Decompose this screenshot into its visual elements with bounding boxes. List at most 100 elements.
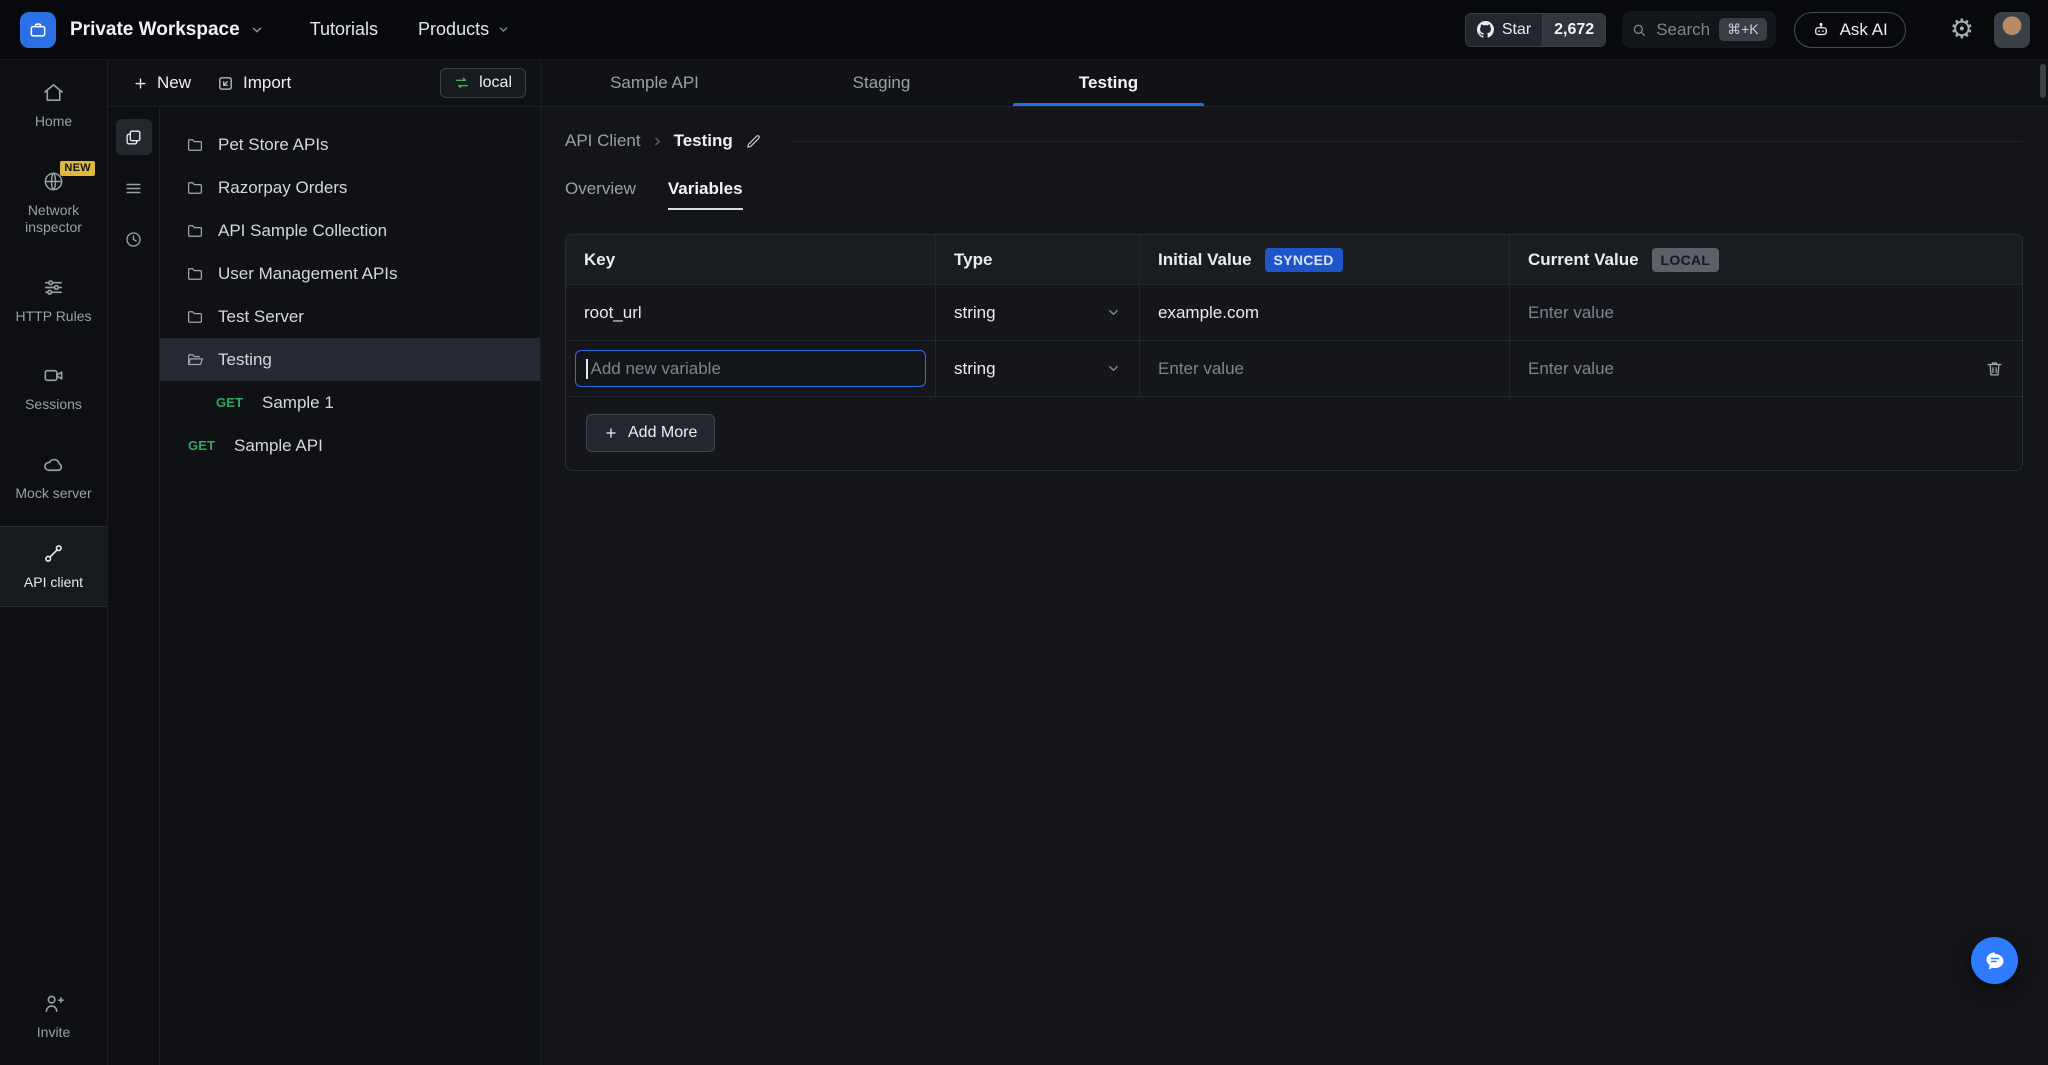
http-method-get: GET [216,395,248,410]
collection-row-testing[interactable]: Testing [160,338,540,381]
user-avatar[interactable] [1994,12,2030,48]
type-dropdown[interactable]: string [936,341,1140,396]
collection-name: API Sample Collection [218,221,387,241]
folder-icon [186,136,204,154]
collections-toolbar: New Import local [108,60,540,107]
current-value-cell[interactable]: Enter value [1510,341,2022,396]
variable-key: root_url [584,303,642,323]
sidebar-item-label: Sessions [25,396,82,414]
table-row: root_url string example.com Enter [566,285,2022,341]
delete-row-trash-icon[interactable] [1985,359,2004,378]
tab-label: Staging [853,73,911,93]
ask-ai-button[interactable]: Ask AI [1794,12,1906,48]
tab-testing[interactable]: Testing [995,60,1222,106]
synced-badge: SYNCED [1265,248,1343,272]
scrollbar-thumb[interactable] [2040,64,2046,98]
breadcrumb-parent[interactable]: API Client [565,131,641,151]
key-cell[interactable]: root_url [566,285,936,340]
search-input[interactable]: Search ⌘+K [1622,11,1775,48]
request-name: Sample 1 [262,393,334,413]
http-method-get: GET [188,438,220,453]
sidebar-item-home[interactable]: Home [0,66,107,145]
collection-name: Test Server [218,307,304,327]
new-variable-placeholder: Add new variable [591,359,721,379]
new-variable-input[interactable]: Add new variable [575,350,926,387]
history-clock-icon [124,230,143,249]
add-more-button[interactable]: Add More [586,414,715,452]
sidebar-item-api-client[interactable]: API client [0,526,107,607]
request-name: Sample API [234,436,323,456]
sidebar-item-label: HTTP Rules [16,308,92,326]
sidebar-item-sessions[interactable]: Sessions [0,349,107,428]
sliders-icon [42,276,65,299]
current-value-placeholder: Enter value [1528,303,1614,323]
table-row-new: Add new variable string Enter value [566,341,2022,397]
initial-value-cell[interactable]: Enter value [1140,341,1510,396]
subtab-variables[interactable]: Variables [668,179,743,210]
collection-row-api-sample[interactable]: API Sample Collection [160,209,540,252]
briefcase-icon [28,20,48,40]
left-sidebar: Home NEW Network inspector HTTP Rules S [0,60,108,1065]
tab-sample-api[interactable]: Sample API [541,60,768,106]
settings-gear-icon[interactable]: ⚙ [1950,16,1974,43]
current-value-cell[interactable]: Enter value [1510,285,2022,340]
robot-icon [1812,21,1830,39]
text-caret [586,359,588,379]
top-nav: Tutorials Products [310,19,510,40]
sidebar-item-http-rules[interactable]: HTTP Rules [0,261,107,340]
github-star-widget[interactable]: Star 2,672 [1465,13,1606,47]
collection-row-user-management[interactable]: User Management APIs [160,252,540,295]
chevron-down-icon [1106,305,1121,320]
subtab-overview[interactable]: Overview [565,179,636,210]
type-value: string [954,303,996,323]
breadcrumb-current: Testing [674,131,733,151]
collections-stack-icon [124,128,143,147]
top-bar: Private Workspace Tutorials Products [0,0,2048,60]
collection-list: Pet Store APIs Razorpay Orders API Sampl… [160,107,540,1065]
app-logo[interactable] [20,12,56,48]
collection-row-pet-store[interactable]: Pet Store APIs [160,123,540,166]
add-more-label: Add More [628,424,697,442]
environment-switcher[interactable]: local [440,68,526,98]
edit-pencil-icon[interactable] [745,133,762,150]
initial-value-cell[interactable]: example.com [1140,285,1510,340]
subtabs: Overview Variables [565,179,2023,210]
sidebar-item-network-inspector[interactable]: NEW Network inspector [0,155,107,251]
new-button[interactable]: New [124,67,200,99]
environments-view-button[interactable] [116,170,152,206]
header-label: Current Value [1528,250,1639,270]
history-view-button[interactable] [116,221,152,257]
nav-products-label: Products [418,19,489,40]
breadcrumb: API Client Testing [565,131,2023,151]
chevron-down-icon [497,23,510,36]
header-label: Initial Value [1158,250,1252,270]
sidebar-item-invite[interactable]: Invite [0,977,107,1056]
collection-name: Razorpay Orders [218,178,347,198]
tab-staging[interactable]: Staging [768,60,995,106]
workspace-selector[interactable]: Private Workspace [70,19,264,41]
collection-name: Testing [218,350,272,370]
list-lines-icon [124,179,143,198]
ask-ai-label: Ask AI [1840,20,1888,40]
table-header-row: Key Type Initial Value SYNCED Current Va… [566,235,2022,285]
current-value-placeholder: Enter value [1528,359,1614,379]
chat-support-fab[interactable] [1971,937,2018,984]
search-shortcut: ⌘+K [1719,18,1767,41]
type-value: string [954,359,996,379]
request-row-sample-api[interactable]: GET Sample API [160,424,540,467]
collection-row-razorpay[interactable]: Razorpay Orders [160,166,540,209]
api-link-icon [42,542,65,565]
request-row-sample-1[interactable]: GET Sample 1 [160,381,540,424]
nav-products[interactable]: Products [418,19,510,40]
sidebar-item-label: API client [24,574,83,592]
collection-row-test-server[interactable]: Test Server [160,295,540,338]
header-label: Type [954,250,992,270]
collections-view-button[interactable] [116,119,152,155]
nav-tutorials[interactable]: Tutorials [310,19,378,40]
sidebar-item-mock-server[interactable]: Mock server [0,438,107,517]
key-cell: Add new variable [566,341,936,396]
sidebar-item-label: Mock server [15,485,91,503]
collection-name: User Management APIs [218,264,398,284]
type-dropdown[interactable]: string [936,285,1140,340]
import-button[interactable]: Import [208,67,300,99]
